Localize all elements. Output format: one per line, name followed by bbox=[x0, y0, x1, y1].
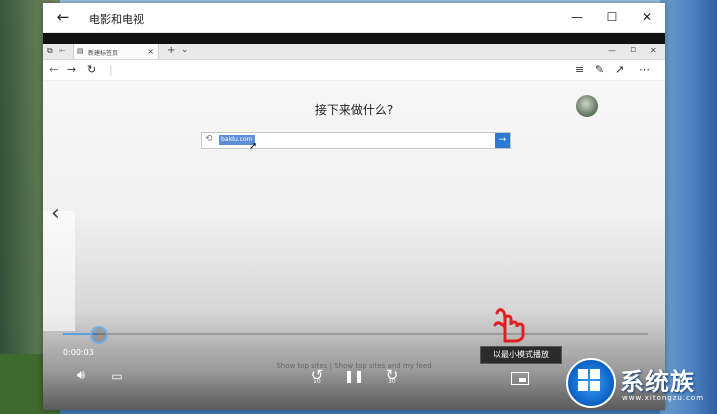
browser-nav-bar: ← → ↻ | ≡ ✎ ↗ ⋯ bbox=[43, 60, 665, 81]
nav-forward-icon[interactable]: → bbox=[67, 63, 76, 77]
seek-track[interactable] bbox=[63, 333, 648, 335]
watermark-logo: 系统族 www.xitongzu.com bbox=[566, 352, 716, 412]
close-button[interactable]: ✕ bbox=[637, 9, 657, 25]
share-icon[interactable]: ↗ bbox=[615, 63, 624, 77]
subtitles-icon[interactable]: ▭ bbox=[107, 367, 127, 385]
tab-new-tab[interactable]: ▤ 新建标签页 × bbox=[73, 44, 159, 59]
reading-list-icon[interactable]: ≡ bbox=[575, 63, 584, 77]
skip-back-seconds: 10 bbox=[313, 378, 321, 385]
maximize-button[interactable]: ☐ bbox=[602, 9, 622, 25]
side-panel bbox=[43, 211, 75, 331]
window-title: 电影和电视 bbox=[89, 13, 144, 26]
history-icon: ⟲ bbox=[205, 134, 213, 144]
volume-icon[interactable]: 🔊︎ bbox=[71, 367, 91, 385]
page-heading: 接下来做什么? bbox=[314, 103, 394, 117]
pause-icon[interactable]: ❚❚ bbox=[344, 367, 364, 385]
tab-close-icon[interactable]: × bbox=[147, 47, 154, 56]
pen-icon[interactable]: ✎ bbox=[595, 63, 604, 77]
tab-label: 新建标签页 bbox=[88, 50, 119, 57]
browser-minimize-button[interactable]: — bbox=[608, 46, 616, 55]
tab-page-icon: ▤ bbox=[77, 47, 84, 55]
nav-back-icon[interactable]: ← bbox=[49, 63, 58, 77]
windows-logo-icon bbox=[578, 369, 600, 391]
mouse-cursor-icon: ➚ bbox=[249, 141, 258, 152]
address-divider: | bbox=[109, 63, 113, 76]
set-aside-icon: ⇤ bbox=[59, 46, 66, 55]
mini-view-icon bbox=[519, 378, 526, 382]
refresh-icon[interactable]: ↻ bbox=[87, 63, 96, 77]
browser-tab-bar: ⧉ ⇤ ▤ 新建标签页 × + ⌄ — ▫ ✕ bbox=[43, 44, 665, 60]
browser-restore-button[interactable]: ▫ bbox=[630, 45, 636, 55]
title-bar: ← 电影和电视 — ☐ ✕ bbox=[43, 3, 665, 33]
tab-preview-chevron-icon[interactable]: ⌄ bbox=[181, 45, 189, 55]
search-box[interactable]: ⟲ baidu.com → bbox=[201, 132, 511, 149]
seek-thumb[interactable] bbox=[90, 326, 108, 344]
previous-chevron-icon[interactable]: ‹ bbox=[51, 201, 60, 226]
new-tab-button[interactable]: + bbox=[167, 45, 175, 56]
avatar[interactable] bbox=[576, 95, 598, 117]
pointing-hand-icon bbox=[493, 308, 525, 343]
search-go-icon[interactable]: → bbox=[495, 133, 510, 148]
browser-close-button[interactable]: ✕ bbox=[650, 46, 657, 55]
skip-forward-seconds: 30 bbox=[388, 378, 396, 385]
mini-mode-tooltip: 以最小模式播放 bbox=[480, 346, 562, 364]
minimize-button[interactable]: — bbox=[567, 9, 587, 25]
movies-tv-window: ← 电影和电视 — ☐ ✕ ⧉ ⇤ ▤ 新建标签页 × + ⌄ — ▫ ✕ ← bbox=[43, 3, 665, 410]
watermark-url: www.xitongzu.com bbox=[622, 394, 705, 402]
time-elapsed: 0:00:03 bbox=[63, 348, 94, 357]
back-button[interactable]: ← bbox=[53, 8, 73, 26]
mini-view-button[interactable] bbox=[511, 372, 529, 385]
tab-actions-icon: ⧉ bbox=[47, 46, 53, 55]
more-icon[interactable]: ⋯ bbox=[639, 63, 650, 77]
watermark-name: 系统族 bbox=[620, 368, 695, 396]
